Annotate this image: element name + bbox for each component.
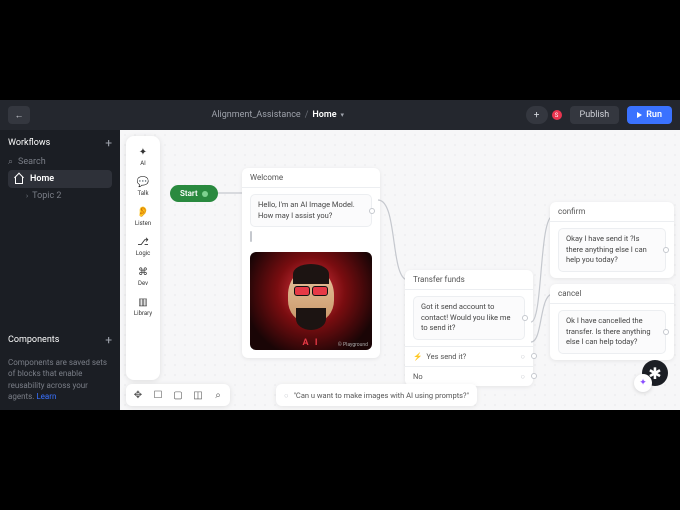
no-port[interactable]	[531, 373, 537, 379]
letterbox-bottom	[0, 410, 680, 510]
breadcrumb-page[interactable]: Home	[312, 110, 336, 120]
tool-logic[interactable]: ⎇Logic	[129, 232, 157, 260]
letterbox-top	[0, 0, 680, 100]
app-window: ← Alignment_Assistance / Home ▾ + S Publ…	[0, 100, 680, 410]
user-badge[interactable]: S	[552, 110, 562, 120]
main: Workflows + ⌕ Search Home › Topic 2	[0, 130, 680, 410]
breadcrumb-separator: /	[305, 110, 309, 120]
add-collaborator-button[interactable]: +	[526, 106, 548, 124]
prompt-pill[interactable]: ○ "Can u want to make images with AI usi…	[276, 384, 477, 406]
publish-button[interactable]: Publish	[570, 106, 620, 124]
sidebar: Workflows + ⌕ Search Home › Topic 2	[0, 130, 120, 410]
zoom-tool[interactable]: ⌕	[212, 389, 224, 401]
sidebar-components-header: Components +	[8, 333, 112, 347]
tool-listen[interactable]: 👂Listen	[129, 202, 157, 230]
sparkle-icon: ✦	[639, 378, 647, 388]
search-label: Search	[18, 157, 46, 167]
tool-ai[interactable]: ✦AI	[129, 142, 157, 170]
transfer-message: Got it send account to contact! Would yo…	[413, 296, 525, 340]
confirm-card[interactable]: confirm Okay I have send it ?Is there an…	[550, 202, 674, 278]
transfer-port[interactable]	[522, 315, 528, 321]
add-component-button[interactable]: +	[105, 333, 112, 347]
arrow-left-icon: ←	[15, 110, 24, 121]
caret-right-icon: ›	[26, 192, 28, 200]
welcome-card[interactable]: Welcome Hello, I'm an AI Image Model. Ho…	[242, 168, 380, 358]
tool-dev[interactable]: ⌘Dev	[129, 262, 157, 290]
bolt-icon: ⚡	[413, 352, 422, 361]
home-icon	[14, 174, 24, 184]
play-icon	[637, 112, 642, 118]
start-label: Start	[180, 189, 198, 198]
code-icon: ⌘	[136, 265, 150, 279]
start-node[interactable]: Start	[170, 185, 218, 202]
cancel-port[interactable]	[663, 329, 669, 335]
search-icon: ⌕	[8, 157, 13, 167]
add-workflow-button[interactable]: +	[105, 136, 112, 150]
run-label: Run	[646, 110, 662, 120]
yes-port[interactable]	[531, 353, 537, 359]
back-button[interactable]: ←	[8, 106, 30, 124]
shape-tool[interactable]: ◫	[192, 389, 204, 401]
learn-link[interactable]: Learn	[36, 392, 56, 401]
prompt-text: "Can u want to make images with AI using…	[294, 391, 469, 400]
sidebar-item-home[interactable]: Home	[8, 170, 112, 188]
components-help-text: Components are saved sets of blocks that…	[0, 357, 120, 410]
comment-tool[interactable]: ☐	[152, 389, 164, 401]
branch-icon: ⎇	[136, 235, 150, 249]
transfer-card-header: Transfer funds	[405, 270, 533, 290]
circle-icon: ○	[284, 391, 289, 400]
confirm-port[interactable]	[663, 247, 669, 253]
image-credit: © Playground	[338, 342, 368, 348]
topbar: ← Alignment_Assistance / Home ▾ + S Publ…	[0, 100, 680, 130]
publish-label: Publish	[580, 110, 610, 120]
ai-text-label: A I	[303, 338, 320, 348]
sparkle-icon: ✦	[136, 145, 150, 159]
sidebar-item-topic2[interactable]: › Topic 2	[8, 188, 112, 204]
tool-library[interactable]: ▥Library	[129, 292, 157, 320]
bottom-toolbar: ✥ ☐ ▢ ◫ ⌕	[126, 384, 230, 406]
port-icon: ○	[520, 352, 525, 361]
start-port[interactable]	[202, 191, 208, 197]
workflows-label: Workflows	[8, 138, 50, 148]
cancel-message: Ok I have cancelled the transfer. Is the…	[558, 310, 666, 354]
tool-talk[interactable]: 💬Talk	[129, 172, 157, 200]
cancel-card[interactable]: cancel Ok I have cancelled the transfer.…	[550, 284, 674, 360]
home-label: Home	[30, 174, 54, 184]
components-label: Components	[8, 335, 59, 345]
ai-image: A I © Playground	[250, 252, 372, 350]
run-button[interactable]: Run	[627, 106, 672, 124]
transfer-option-no[interactable]: No ○	[405, 366, 533, 386]
checkbox-icon[interactable]	[250, 231, 252, 242]
welcome-message: Hello, I'm an AI Image Model. How may I …	[250, 194, 372, 227]
topic2-label: Topic 2	[32, 191, 61, 201]
confirm-card-header: confirm	[550, 202, 674, 222]
move-tool[interactable]: ✥	[132, 389, 144, 401]
select-tool[interactable]: ▢	[172, 389, 184, 401]
canvas[interactable]: ✦AI 💬Talk 👂Listen ⎇Logic ⌘Dev ▥Library S…	[120, 130, 680, 410]
library-icon: ▥	[136, 295, 150, 309]
sidebar-search[interactable]: ⌕ Search	[8, 154, 112, 170]
transfer-option-yes[interactable]: ⚡Yes send it? ○	[405, 346, 533, 366]
cancel-card-header: cancel	[550, 284, 674, 304]
toolbox: ✦AI 💬Talk 👂Listen ⎇Logic ⌘Dev ▥Library	[126, 136, 160, 380]
chat-icon: 💬	[136, 175, 150, 189]
transfer-card[interactable]: Transfer funds Got it send account to co…	[405, 270, 533, 386]
breadcrumb-project[interactable]: Alignment_Assistance	[211, 110, 300, 120]
plus-icon: +	[534, 110, 540, 121]
welcome-card-header: Welcome	[242, 168, 380, 188]
confirm-message: Okay I have send it ?Is there anything e…	[558, 228, 666, 272]
ai-fab[interactable]: ✦	[634, 374, 652, 392]
welcome-port[interactable]	[369, 208, 375, 214]
port-icon: ○	[520, 372, 525, 381]
ear-icon: 👂	[136, 205, 150, 219]
sidebar-workflows-header: Workflows +	[8, 136, 112, 150]
chevron-down-icon[interactable]: ▾	[341, 111, 345, 119]
breadcrumb: Alignment_Assistance / Home ▾	[211, 110, 344, 120]
